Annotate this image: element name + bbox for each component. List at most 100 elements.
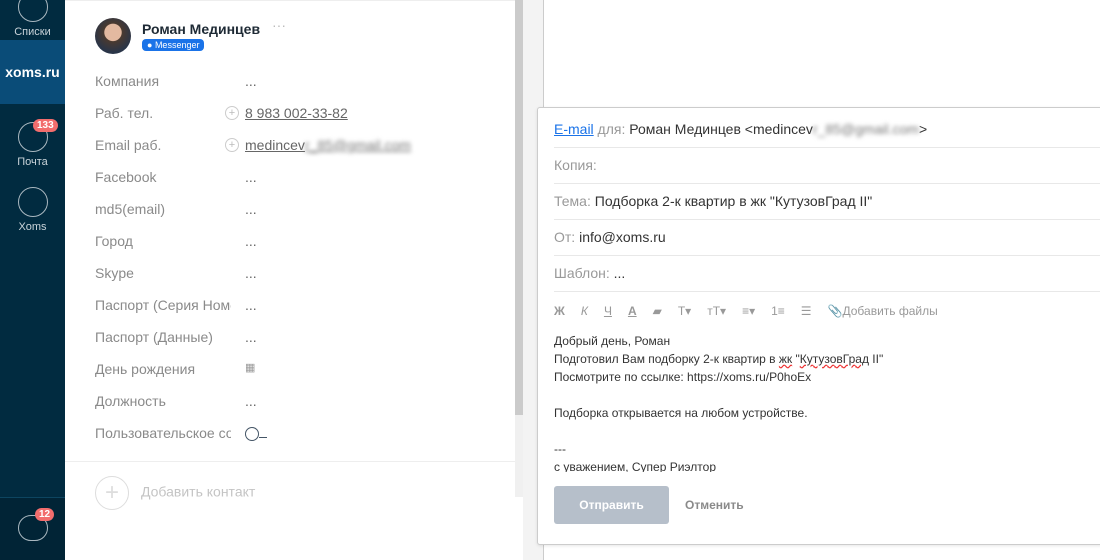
field-label: День рождения [95, 361, 196, 377]
add-contact-button[interactable]: + Добавить контакт [95, 476, 255, 510]
chat-button[interactable]: 12 [0, 497, 65, 560]
messenger-badge[interactable]: ● Messenger [142, 39, 205, 51]
sidebar-item-label: Почта [17, 156, 48, 168]
field-value[interactable]: ... [245, 233, 257, 249]
subject-value: Подборка 2-к квартир в жк "КутузовГрад I… [594, 193, 873, 209]
xoms-icon [17, 187, 48, 217]
scrollbar[interactable] [515, 0, 523, 497]
unordered-list-button[interactable]: ☰ [801, 304, 812, 318]
field-row: md5(email)... [95, 201, 495, 221]
misspelled-word: жк [778, 352, 793, 366]
field-row: Паспорт (Данные)... [95, 329, 495, 349]
calendar-icon[interactable]: ▦ [245, 361, 255, 374]
field-value[interactable]: ... [245, 169, 257, 185]
field-row: Пользовательское соглашение [95, 425, 495, 445]
field-label: Паспорт (Данные) [95, 329, 213, 345]
contact-panel: Роман Мединцев ··· ● Messenger Компания.… [65, 0, 515, 510]
cc-label: Копия: [554, 157, 597, 173]
font-button[interactable]: T▾ [678, 304, 691, 318]
paperclip-icon: 📎 [827, 304, 843, 318]
field-label: Пользовательское соглашение [95, 425, 231, 441]
sidebar-item-xoms[interactable]: Xoms [0, 187, 65, 233]
divider [65, 461, 515, 462]
field-row: Email раб. + medincevr_85@gmail.com [95, 137, 495, 157]
body-line: Подготовил Вам подборку 2-к квартир в жк… [554, 350, 1094, 368]
toggle-switch[interactable] [245, 427, 269, 441]
field-value[interactable]: ... [245, 329, 257, 345]
email-body[interactable]: Добрый день, Роман Подготовил Вам подбор… [554, 332, 1094, 472]
body-line: --- [554, 442, 566, 456]
email-link[interactable]: E-mail [554, 121, 594, 137]
add-icon[interactable]: + [225, 106, 239, 120]
align-button[interactable]: ≡▾ [742, 304, 755, 318]
attach-label: Добавить файлы [842, 304, 938, 318]
field-row: Facebook... [95, 169, 495, 189]
add-icon[interactable]: + [225, 138, 239, 152]
subject-label: Тема: [554, 193, 591, 209]
cc-field[interactable]: Копия: [554, 148, 1100, 184]
field-label: Email раб. [95, 137, 162, 153]
field-label: Facebook [95, 169, 157, 185]
body-text: II" [868, 352, 884, 366]
underline-button[interactable]: Ч [604, 304, 612, 318]
field-row: Компания... [95, 73, 495, 93]
text-color-button[interactable]: A [628, 304, 637, 318]
field-value[interactable]: 8 983 002-33-82 [245, 105, 348, 121]
field-value[interactable]: ... [245, 265, 257, 281]
sidebar-item-label: Xoms [18, 221, 47, 233]
field-label: Должность [95, 393, 166, 409]
add-contact-label: Добавить контакт [141, 483, 256, 500]
field-value[interactable]: medincevr_85@gmail.com [245, 137, 411, 153]
email-blurred: r_85@gmail.com [304, 137, 411, 153]
field-label: Раб. тел. [95, 105, 154, 121]
mail-badge: 133 [33, 119, 58, 132]
to-value: Роман Мединцев <medincev [629, 121, 813, 137]
sidebar-item-label: Списки [14, 26, 51, 38]
to-value-blurred: r_85@gmail.com [812, 121, 919, 137]
field-row: Skype... [95, 265, 495, 285]
field-label: Skype [95, 265, 134, 281]
chat-badge: 12 [35, 508, 55, 521]
field-label: Паспорт (Серия Номер) [95, 297, 231, 313]
sidebar: Списки xoms.ru 133 Почта Xoms 12 [0, 0, 65, 560]
messenger-label: Messenger [154, 40, 200, 50]
field-value[interactable]: ... [245, 297, 257, 313]
to-label: для: [593, 121, 630, 137]
font-size-button[interactable]: тT▾ [707, 304, 726, 318]
field-row: Паспорт (Серия Номер)... [95, 297, 495, 317]
field-row: Должность... [95, 393, 495, 413]
body-text: Подготовил Вам подборку 2-к квартир в [554, 352, 779, 366]
attach-files-button[interactable]: 📎Добавить файлы [828, 304, 938, 318]
logo[interactable]: xoms.ru [0, 40, 65, 104]
editor-toolbar: Ж К Ч A ▰ T▾ тT▾ ≡▾ 1≡ ☰ 📎Добавить файлы [554, 304, 938, 318]
email-visible: medincev [245, 137, 305, 153]
sidebar-item-lists[interactable]: Списки [0, 0, 65, 38]
highlight-button[interactable]: ▰ [653, 304, 662, 318]
body-line: Посмотрите по ссылке: https://xoms.ru/P0… [554, 370, 812, 384]
misspelled-word: КутузовГрад [799, 352, 869, 366]
from-field[interactable]: От: info@xoms.ru [554, 220, 1100, 256]
field-value[interactable]: ... [245, 201, 257, 217]
body-line: с уважением, Супер Риэлтор [554, 460, 716, 472]
template-value: ... [613, 265, 626, 281]
send-button[interactable]: Отправить [554, 486, 669, 524]
field-label: md5(email) [95, 201, 166, 217]
field-row: Раб. тел. +8 983 002-33-82 [95, 105, 495, 125]
sidebar-item-mail[interactable]: 133 Почта [0, 119, 65, 168]
field-row: День рождения ▦ [95, 361, 495, 381]
to-field[interactable]: E-mail для: Роман Мединцев <medincevr_85… [554, 112, 1100, 148]
scrollbar-thumb[interactable] [515, 0, 523, 415]
template-field[interactable]: Шаблон: ... [554, 256, 1100, 292]
italic-button[interactable]: К [581, 304, 588, 318]
subject-field[interactable]: Тема: Подборка 2-к квартир в жк "Кутузов… [554, 184, 1100, 220]
email-compose: E-mail для: Роман Мединцев <medincevr_85… [537, 107, 1100, 545]
field-value[interactable]: ... [245, 73, 257, 89]
more-icon[interactable]: ··· [272, 17, 286, 33]
bold-button[interactable]: Ж [554, 304, 565, 318]
list-icon [17, 0, 48, 22]
field-label: Компания [95, 73, 160, 89]
body-text: " [792, 352, 800, 366]
ordered-list-button[interactable]: 1≡ [771, 304, 785, 318]
cancel-button[interactable]: Отменить [685, 498, 744, 512]
field-value[interactable]: ... [245, 393, 257, 409]
